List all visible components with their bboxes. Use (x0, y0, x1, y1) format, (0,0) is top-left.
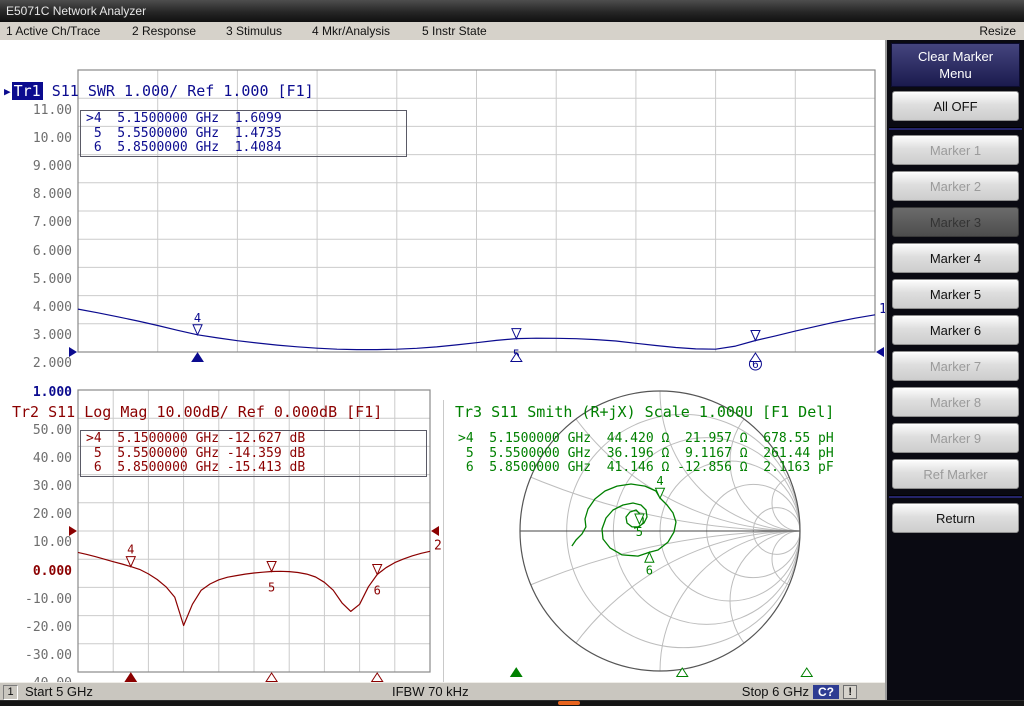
marker-readout-row: 5 5.5500000 GHz 1.4735 (86, 127, 282, 142)
marker-4-flag: 4 (193, 311, 202, 335)
marker-readout-row: 6 5.8500000 GHz -15.413 dB (86, 461, 305, 476)
marker-readout-row: >4 5.1500000 GHz 1.6099 (86, 112, 282, 127)
y-tick: 7.000 (33, 215, 72, 230)
trace3-marker-readout: >4 5.1500000 GHz 44.420 Ω 21.957 Ω 678.5… (458, 432, 834, 476)
marker-readout-row: 5 5.5500000 GHz -14.359 dB (86, 447, 305, 462)
trace1-label-badge: Tr1 (12, 82, 43, 100)
marker-readout-row: >4 5.1500000 GHz -12.627 dB (86, 432, 305, 447)
menu-item-1-active-ch-trace[interactable]: 1 Active Ch/Trace (6, 22, 100, 40)
button-marker-2: Marker 2 (892, 171, 1019, 201)
y-tick: 40.00 (33, 451, 72, 466)
status-bar: 1 Start 5 GHz IFBW 70 kHz Stop 6 GHz C? … (0, 682, 885, 701)
chart-area: 45614562456 ▶Tr1 S11 SWR 1.000/ Ref 1.00… (0, 40, 885, 682)
y-tick: 50.00 (33, 423, 72, 438)
svg-text:6: 6 (374, 583, 381, 597)
button-marker-3[interactable]: Marker 3 (892, 207, 1019, 237)
title-bar: E5071C Network Analyzer (0, 0, 1024, 22)
menu-item-5-instr-state[interactable]: 5 Instr State (422, 22, 487, 40)
svg-text:4: 4 (194, 311, 201, 325)
svg-text:6: 6 (646, 563, 653, 577)
button-marker-8: Marker 8 (892, 387, 1019, 417)
marker-6-flag: 6 (373, 564, 382, 597)
marker-6-flag: 6 (645, 552, 654, 577)
svg-text:5: 5 (268, 580, 275, 594)
y-tick: 5.000 (33, 272, 72, 287)
start-frequency: Start 5 GHz (25, 683, 93, 701)
button-marker-9: Marker 9 (892, 423, 1019, 453)
active-trace-arrow-icon: ▶ (4, 85, 11, 98)
svg-text:4: 4 (656, 474, 663, 488)
correction-status-badge: C? (813, 685, 839, 699)
channel-indicator: 1 (3, 685, 18, 700)
marker-readout-row: 6 5.8500000 GHz 41.146 Ω -12.856 Ω 2.116… (458, 461, 834, 476)
softkey-separator (889, 127, 1022, 130)
marker-readout-row: 6 5.8500000 GHz 1.4084 (86, 141, 282, 156)
marker-5-flag: 5 (267, 561, 276, 594)
button-marker-7: Marker 7 (892, 351, 1019, 381)
y-tick: 0.000 (33, 564, 72, 579)
cell-divider (443, 400, 444, 706)
marker-readout-row: 5 5.5500000 GHz 36.196 Ω 9.1167 Ω 261.44… (458, 447, 834, 462)
menu-bar: 1 Active Ch/Trace 2 Response 3 Stimulus 4 M… (0, 22, 1024, 41)
button-ref-marker: Ref Marker (892, 459, 1019, 489)
taskbar-accent (558, 701, 580, 705)
softkey-menu: Clear Marker Menu All OFF Marker 1 Marker … (885, 40, 1024, 700)
marker-5-flag: 5 (635, 514, 644, 539)
y-tick: -10.00 (25, 592, 72, 607)
window-title: E5071C Network Analyzer (6, 4, 146, 18)
trace3-title: Tr3 S11 Smith (R+jX) Scale 1.000U [F1 De… (455, 403, 834, 421)
trace2-title: Tr2 S11 Log Mag 10.00dB/ Ref 0.000dB [F1… (12, 403, 382, 421)
y-tick: 2.000 (33, 356, 72, 371)
y-tick: 4.000 (33, 300, 72, 315)
trace1-params: S11 SWR 1.000/ Ref 1.000 [F1] (43, 82, 314, 100)
instrument-window: E5071C Network Analyzer 1 Active Ch/Trac… (0, 0, 1024, 706)
trace2-marker-readout: >4 5.1500000 GHz -12.627 dB 5 5.5500000 … (86, 432, 305, 476)
bottom-strip (0, 700, 1024, 706)
y-tick: 10.00 (33, 535, 72, 550)
menu-item-3-stimulus[interactable]: 3 Stimulus (226, 22, 282, 40)
stop-frequency: Stop 6 GHz (742, 683, 809, 701)
ifbw-value: IFBW 70 kHz (392, 683, 469, 701)
y-tick: 1.000 (33, 385, 72, 400)
svg-text:2: 2 (434, 538, 442, 553)
button-marker-6[interactable]: Marker 6 (892, 315, 1019, 345)
y-tick: 6.000 (33, 244, 72, 259)
button-marker-4[interactable]: Marker 4 (892, 243, 1019, 273)
softkey-separator (889, 495, 1022, 498)
y-tick: 9.000 (33, 159, 72, 174)
softkey-menu-header: Clear Marker Menu (891, 43, 1020, 87)
marker-4-flag: 4 (656, 474, 665, 498)
trace1-title: ▶Tr1 S11 SWR 1.000/ Ref 1.000 [F1] (4, 82, 314, 100)
button-marker-1: Marker 1 (892, 135, 1019, 165)
y-tick: 11.00 (33, 103, 72, 118)
trace1-marker-readout: >4 5.1500000 GHz 1.6099 5 5.5500000 GHz … (86, 112, 282, 156)
y-tick: -30.00 (25, 648, 72, 663)
y-tick: 10.00 (33, 131, 72, 146)
marker-4-flag: 4 (126, 543, 135, 567)
softkey-header-line2: Menu (939, 65, 972, 82)
y-tick: -20.00 (25, 620, 72, 635)
menu-item-2-response[interactable]: 2 Response (132, 22, 196, 40)
softkey-header-line1: Clear Marker (918, 48, 993, 65)
menu-item-4-mkr-analysis[interactable]: 4 Mkr/Analysis (312, 22, 390, 40)
y-tick: 3.000 (33, 328, 72, 343)
button-all-off[interactable]: All OFF (892, 91, 1019, 121)
y-tick: 8.000 (33, 187, 72, 202)
resize-button[interactable]: Resize (979, 22, 1016, 40)
button-marker-5[interactable]: Marker 5 (892, 279, 1019, 309)
y-tick: 20.00 (33, 507, 72, 522)
y-tick: 30.00 (33, 479, 72, 494)
marker-6-flag: 6 (749, 330, 761, 371)
svg-text:5: 5 (636, 525, 643, 539)
button-return[interactable]: Return (892, 503, 1019, 533)
alert-indicator: ! (843, 685, 857, 699)
marker-readout-row: >4 5.1500000 GHz 44.420 Ω 21.957 Ω 678.5… (458, 432, 834, 447)
svg-text:4: 4 (127, 543, 134, 557)
